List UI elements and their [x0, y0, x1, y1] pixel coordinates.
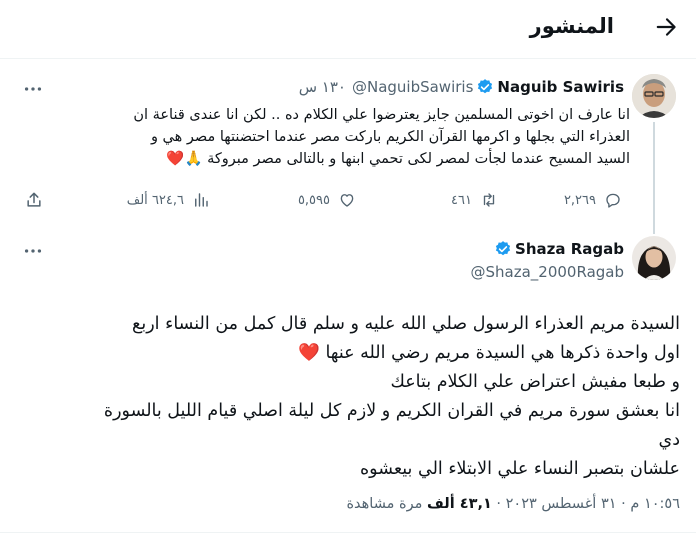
tweet-time[interactable]: ١٣٠ س: [299, 78, 346, 96]
top-bar: المنشور: [0, 0, 696, 58]
tweet-line: انا بعشق سورة مريم في القران الكريم و لا…: [103, 401, 680, 421]
heart-icon: [340, 194, 354, 207]
views-count: ٤٣,١ ألف: [427, 496, 492, 512]
page-title: المنشور: [529, 14, 614, 38]
more-options-icon[interactable]: [22, 78, 44, 100]
reply-icon: [606, 193, 620, 208]
tweet-line: و طبعا مفيش اعتراض علي الكلام بتاعك: [390, 372, 680, 392]
reply-button[interactable]: ٢,٢٦٩: [564, 188, 622, 212]
tweet-line: العذراء التي بجلها و اكرمها القرآن الكري…: [150, 129, 630, 145]
reply-tweet-text: السيدة مريم العذراء الرسول صلي الله عليه…: [20, 310, 680, 484]
back-arrow-icon[interactable]: [654, 14, 680, 40]
thread-connector: [653, 122, 655, 234]
meta-separator: ·: [616, 496, 626, 512]
verified-badge-icon: [478, 79, 493, 94]
analytics-icon: [195, 193, 208, 207]
reply-author-handle-row: @Shaza_2000Ragab: [471, 263, 624, 281]
quoted-tweet-text: انا عارف ان اخوتى المسلمين جايز يعترضوا …: [60, 104, 630, 170]
tweet-line: السيدة مريم العذراء الرسول صلي الله عليه…: [132, 314, 680, 334]
avatar-naguib[interactable]: [632, 74, 676, 118]
retweet-icon: [483, 193, 495, 207]
verified-badge-icon: [495, 241, 511, 256]
views-count: ٦٢٤,٦ ألف: [126, 192, 184, 208]
retweet-count: ٤٦١: [451, 192, 472, 208]
views-button[interactable]: ٦٢٤,٦ ألف: [127, 188, 210, 212]
quoted-tweet-header: ١٣٠ س @NaguibSawiris Naguib Sawiris: [299, 78, 624, 96]
reply-count: ٢,٢٦٩: [563, 192, 596, 208]
avatar-shaza[interactable]: [632, 236, 676, 280]
tweet-time[interactable]: ١٠:٥٦ م: [630, 496, 680, 512]
author-name[interactable]: Naguib Sawiris: [497, 78, 624, 96]
tweet-date[interactable]: ٣١ أغسطس ٢٠٢٣: [506, 496, 617, 512]
author-name[interactable]: Shaza Ragab: [515, 240, 624, 258]
tweet-metadata: ١٠:٥٦ م · ٣١ أغسطس ٢٠٢٣ · ٤٣,١ ألف مرة م…: [346, 496, 680, 512]
retweet-button[interactable]: ٤٦١: [451, 188, 498, 212]
author-handle[interactable]: @NaguibSawiris: [352, 78, 473, 96]
like-count: ٥,٥٩٥: [297, 192, 330, 208]
tweet-line: السيد المسيح عندما لجأت لمصر لكى تحمي اب…: [166, 151, 630, 167]
header-divider: [0, 58, 696, 59]
meta-separator: ·: [491, 496, 502, 512]
tweet-line: دي: [658, 430, 681, 450]
views-label: مرة مشاهدة: [346, 496, 423, 512]
bottom-divider: [0, 532, 696, 533]
reply-author-name-row: Shaza Ragab: [491, 240, 624, 258]
like-button[interactable]: ٥,٥٩٥: [298, 188, 356, 212]
tweet-line: اول واحدة ذكرها هي السيدة مريم رضي الله …: [298, 343, 680, 363]
tweet-line: علشان بتصبر النساء علي الابتلاء الي بيعش…: [360, 459, 680, 479]
share-icon[interactable]: [24, 190, 44, 210]
author-handle[interactable]: @Shaza_2000Ragab: [471, 263, 624, 281]
more-options-icon[interactable]: [22, 240, 44, 262]
tweet-line: انا عارف ان اخوتى المسلمين جايز يعترضوا …: [133, 107, 630, 123]
